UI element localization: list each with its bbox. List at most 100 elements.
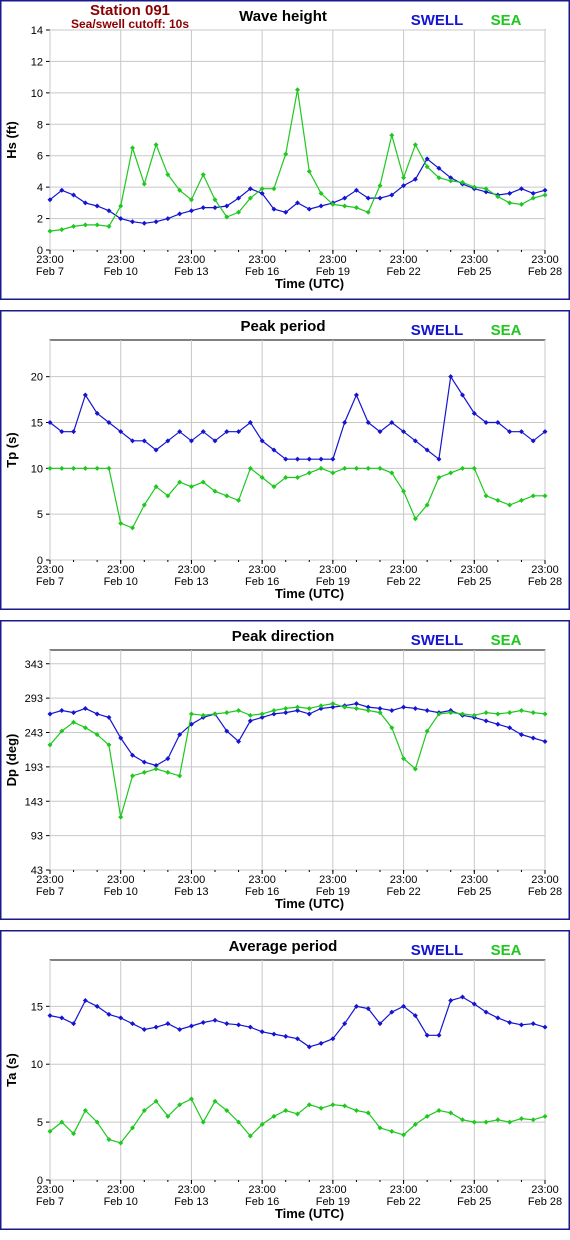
y-tick-label: 10 [31, 463, 43, 475]
x-tick-time: 23:00 [461, 254, 489, 266]
y-tick-label: 6 [37, 151, 43, 163]
y-tick-label: 5 [37, 1117, 43, 1129]
plot-area [49, 649, 546, 871]
x-tick-time: 23:00 [36, 564, 64, 576]
plot-area [49, 339, 546, 561]
x-tick-date: Feb 28 [528, 576, 562, 588]
legend-sea: SEA [491, 632, 522, 649]
y-tick-label: 12 [31, 56, 43, 68]
x-tick-time: 23:00 [319, 1184, 347, 1196]
y-axis-label: Tp (s) [4, 432, 19, 467]
chart-average-period: 05101523:00Feb 723:00Feb 1023:00Feb 1323… [0, 930, 570, 1230]
y-tick-label: 143 [25, 796, 43, 808]
x-tick-time: 23:00 [36, 874, 64, 886]
legend-swell: SWELL [411, 632, 464, 649]
y-tick-label: 10 [31, 88, 43, 100]
x-tick-time: 23:00 [248, 254, 276, 266]
x-tick-time: 23:00 [107, 874, 135, 886]
x-tick-date: Feb 7 [36, 1196, 64, 1208]
y-tick-label: 343 [25, 659, 43, 671]
x-tick-date: Feb 13 [174, 1196, 208, 1208]
x-tick-time: 23:00 [178, 564, 206, 576]
y-tick-label: 5 [37, 509, 43, 521]
x-tick-date: Feb 13 [174, 576, 208, 588]
x-tick-date: Feb 22 [386, 886, 420, 898]
x-tick-date: Feb 10 [104, 266, 138, 278]
x-axis-label: Time (UTC) [275, 276, 344, 291]
x-tick-time: 23:00 [107, 1184, 135, 1196]
legend-swell: SWELL [411, 942, 464, 959]
y-tick-label: 14 [31, 25, 43, 37]
y-axis-label: Ta (s) [4, 1053, 19, 1087]
legend-sea: SEA [491, 322, 522, 339]
x-tick-time: 23:00 [248, 564, 276, 576]
chart-wave-height: 0246810121423:00Feb 723:00Feb 1023:00Feb… [0, 0, 570, 300]
x-tick-date: Feb 13 [174, 886, 208, 898]
legend-sea: SEA [491, 12, 522, 29]
x-tick-time: 23:00 [461, 1184, 489, 1196]
y-tick-label: 4 [37, 182, 43, 194]
x-tick-time: 23:00 [531, 564, 559, 576]
x-tick-time: 23:00 [248, 1184, 276, 1196]
station-cutoff: Sea/swell cutoff: 10s [71, 17, 189, 31]
x-tick-time: 23:00 [36, 1184, 64, 1196]
x-tick-time: 23:00 [178, 874, 206, 886]
y-tick-label: 8 [37, 119, 43, 131]
chart-title: Peak period [240, 318, 325, 335]
x-tick-date: Feb 25 [457, 266, 491, 278]
y-tick-label: 15 [31, 418, 43, 430]
x-tick-date: Feb 10 [104, 576, 138, 588]
chart-peak-period: 0510152023:00Feb 723:00Feb 1023:00Feb 13… [0, 310, 570, 610]
x-tick-time: 23:00 [178, 254, 206, 266]
y-tick-label: 93 [31, 831, 43, 843]
x-tick-time: 23:00 [390, 254, 418, 266]
x-tick-time: 23:00 [531, 874, 559, 886]
x-tick-time: 23:00 [319, 564, 347, 576]
y-tick-label: 193 [25, 762, 43, 774]
y-axis-label: Dp (deg) [4, 734, 19, 787]
x-tick-date: Feb 7 [36, 576, 64, 588]
x-tick-time: 23:00 [319, 254, 347, 266]
x-tick-time: 23:00 [390, 1184, 418, 1196]
legend-swell: SWELL [411, 12, 464, 29]
x-tick-date: Feb 7 [36, 886, 64, 898]
y-axis-label: Hs (ft) [4, 121, 19, 159]
x-tick-time: 23:00 [107, 564, 135, 576]
x-tick-time: 23:00 [531, 1184, 559, 1196]
x-tick-date: Feb 10 [104, 1196, 138, 1208]
x-tick-date: Feb 22 [386, 576, 420, 588]
x-tick-date: Feb 28 [528, 886, 562, 898]
x-tick-time: 23:00 [461, 564, 489, 576]
x-tick-time: 23:00 [178, 1184, 206, 1196]
x-tick-date: Feb 28 [528, 1196, 562, 1208]
x-tick-time: 23:00 [319, 874, 347, 886]
chart-title: Average period [229, 938, 338, 955]
x-tick-date: Feb 10 [104, 886, 138, 898]
y-tick-label: 10 [31, 1059, 43, 1071]
x-tick-date: Feb 25 [457, 886, 491, 898]
chart-title: Wave height [239, 8, 327, 25]
x-tick-time: 23:00 [390, 564, 418, 576]
y-tick-label: 20 [31, 372, 43, 384]
x-tick-date: Feb 22 [386, 266, 420, 278]
x-tick-time: 23:00 [107, 254, 135, 266]
x-tick-date: Feb 25 [457, 1196, 491, 1208]
chart-title: Peak direction [232, 628, 335, 645]
x-tick-date: Feb 7 [36, 266, 64, 278]
legend-swell: SWELL [411, 322, 464, 339]
chart-panel-wave-height: 0 2 4 6 8 10 12 14 23:00 Feb 7 23:00 Feb 10 23:00 Feb… [0, 0, 570, 300]
y-tick-label: 293 [25, 693, 43, 705]
plot-area [49, 959, 546, 1181]
x-tick-date: Feb 13 [174, 266, 208, 278]
x-tick-time: 23:00 [531, 254, 559, 266]
y-tick-label: 243 [25, 728, 43, 740]
x-tick-time: 23:00 [248, 874, 276, 886]
chart-peak-direction: 439314319324329334323:00Feb 723:00Feb 10… [0, 620, 570, 920]
chart-panel-average-period: 0 5 10 15 23:00 Feb 7 23:00 Feb 10 23:00 Feb 13 23… [0, 930, 570, 1230]
x-axis-label: Time (UTC) [275, 1206, 344, 1221]
x-tick-date: Feb 25 [457, 576, 491, 588]
x-tick-date: Feb 22 [386, 1196, 420, 1208]
chart-panel-peak-period: 0 5 10 15 20 23:00 Feb 7 23:00 Feb 10 23:00 Feb 13… [0, 310, 570, 610]
x-axis-label: Time (UTC) [275, 896, 344, 911]
y-tick-label: 2 [37, 214, 43, 226]
